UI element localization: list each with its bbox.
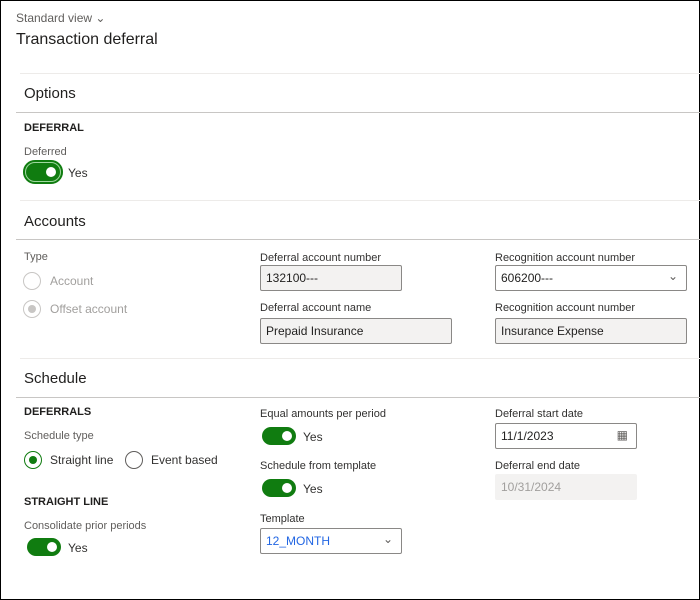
consolidate-toggle[interactable] [27, 538, 61, 556]
recognition-number-label: Recognition account number [495, 252, 636, 264]
schedule-type-label: Schedule type [24, 430, 94, 442]
equal-amounts-toggle[interactable] [262, 427, 296, 445]
radio-account[interactable] [23, 272, 41, 290]
recognition-number-select[interactable]: 606200--- ⌄ [495, 265, 687, 291]
view-selector[interactable]: Standard view ⌄ [16, 11, 105, 25]
radio-straight-line-label: Straight line [50, 453, 114, 467]
radio-account-label: Account [50, 274, 94, 288]
recognition-number-value: 606200--- [501, 271, 554, 285]
group-straight-line: STRAIGHT LINE [24, 496, 109, 508]
divider [20, 200, 700, 201]
end-date-label: Deferral end date [495, 460, 580, 472]
end-date-field: 10/31/2024 [495, 474, 637, 500]
radio-offset-account[interactable] [23, 300, 41, 318]
deferred-label: Deferred [24, 146, 67, 158]
start-date-value: 11/1/2023 [501, 429, 554, 443]
group-deferral: DEFERRAL [24, 122, 84, 134]
divider [20, 358, 700, 359]
section-accounts[interactable]: Accounts [24, 213, 86, 230]
from-template-toggle[interactable] [262, 479, 296, 497]
calendar-icon[interactable]: ▦ [617, 428, 628, 442]
start-date-field[interactable]: 11/1/2023 ▦ [495, 423, 637, 449]
window-frame [0, 0, 700, 600]
deferral-number-field[interactable]: 132100--- [260, 265, 402, 291]
deferred-toggle[interactable] [23, 160, 63, 184]
chevron-down-icon: ⌄ [95, 11, 106, 25]
chevron-down-icon: ⌄ [667, 269, 678, 283]
deferral-name-field[interactable]: Prepaid Insurance [260, 318, 452, 344]
section-options[interactable]: Options [24, 85, 76, 102]
divider [16, 239, 700, 240]
radio-straight-line[interactable] [24, 451, 42, 469]
from-template-value: Yes [303, 482, 323, 496]
divider [16, 397, 700, 398]
deferral-number-label: Deferral account number [260, 252, 382, 264]
equal-amounts-value: Yes [303, 430, 323, 444]
start-date-label: Deferral start date [495, 408, 584, 420]
deferral-name-label: Deferral account name [260, 302, 372, 314]
template-value: 12_MONTH [266, 534, 331, 548]
type-label: Type [24, 251, 48, 263]
equal-amounts-label: Equal amounts per period [260, 408, 386, 420]
template-select[interactable]: 12_MONTH ⌄ [260, 528, 402, 554]
section-schedule[interactable]: Schedule [24, 370, 87, 387]
view-label: Standard view [16, 11, 93, 25]
chevron-down-icon: ⌄ [382, 532, 393, 546]
from-template-label: Schedule from template [260, 460, 377, 472]
radio-offset-account-label: Offset account [50, 302, 128, 316]
deferred-value: Yes [68, 166, 88, 180]
radio-event-based[interactable] [125, 451, 143, 469]
divider [20, 73, 700, 74]
template-label: Template [260, 513, 305, 525]
radio-event-based-label: Event based [151, 453, 218, 467]
consolidate-value: Yes [68, 541, 88, 555]
recognition-name-label: Recognition account number [495, 302, 636, 314]
divider [16, 112, 700, 113]
group-deferrals: DEFERRALS [24, 406, 92, 418]
recognition-name-field[interactable]: Insurance Expense [495, 318, 687, 344]
page-title: Transaction deferral [16, 31, 158, 48]
consolidate-label: Consolidate prior periods [24, 520, 147, 532]
